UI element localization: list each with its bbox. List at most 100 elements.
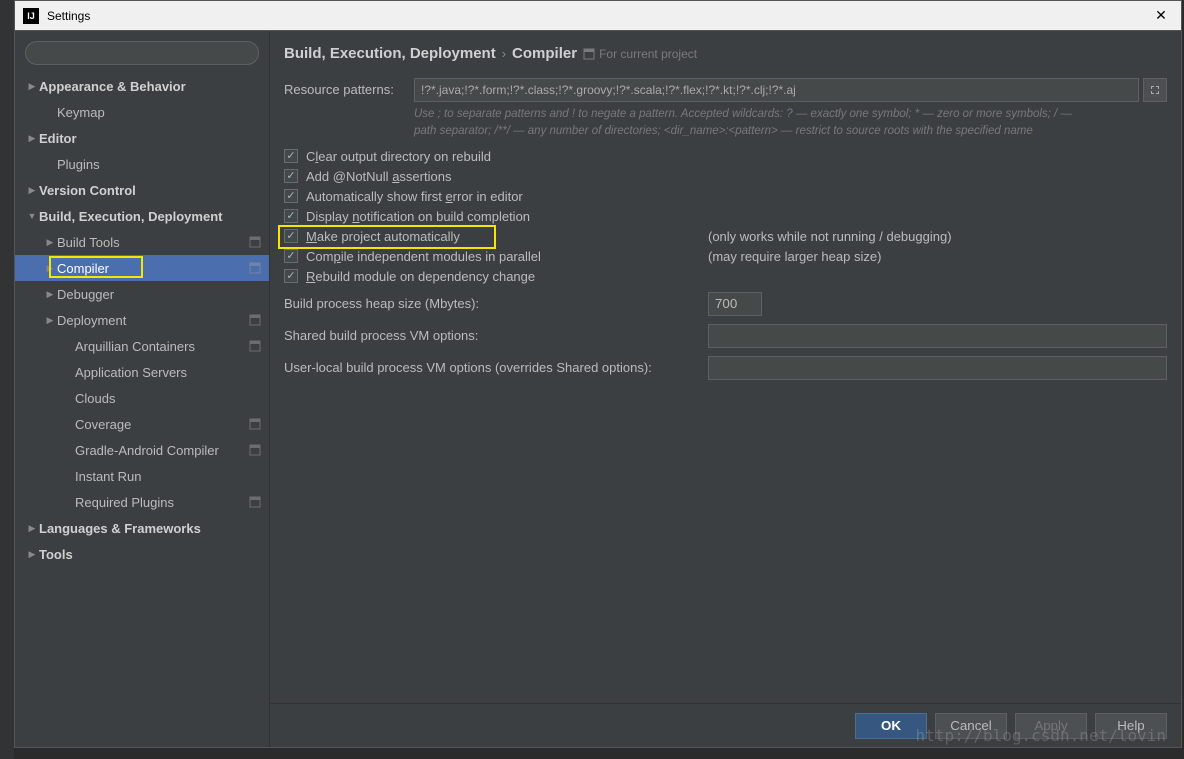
resource-patterns-label: Resource patterns:	[284, 78, 414, 97]
checkbox-label[interactable]: Clear output directory on rebuild	[306, 149, 491, 164]
project-scope-icon	[249, 314, 261, 326]
sidebar-item-label: Application Servers	[75, 365, 261, 380]
checkbox[interactable]	[284, 269, 298, 283]
checkbox-row: Make project automatically (only works wh…	[284, 229, 1167, 244]
sidebar-item-label: Deployment	[57, 313, 245, 328]
sidebar-item-instant-run[interactable]: Instant Run	[15, 463, 269, 489]
window-title: Settings	[47, 9, 1149, 23]
sidebar-item-label: Debugger	[57, 287, 261, 302]
resource-patterns-hint: Use ; to separate patterns and ! to nega…	[284, 106, 1167, 141]
checkbox[interactable]	[284, 229, 298, 243]
tree-arrow-icon: ▶	[25, 81, 39, 92]
compiler-form: Resource patterns: Use ; to separate pat…	[270, 70, 1181, 703]
sidebar-item-appearance-behavior[interactable]: ▶Appearance & Behavior	[15, 73, 269, 99]
sidebar-item-coverage[interactable]: Coverage	[15, 411, 269, 437]
sidebar-item-label: Keymap	[57, 105, 261, 120]
checkbox[interactable]	[284, 169, 298, 183]
tree-arrow-icon: ▼	[25, 211, 39, 221]
shared-vm-options-input[interactable]	[708, 324, 1167, 348]
checkbox-label[interactable]: Display notification on build completion	[306, 209, 530, 224]
tree-arrow-icon: ▶	[25, 549, 39, 560]
sidebar-item-label: Editor	[39, 131, 261, 146]
sidebar-item-gradle-android-compiler[interactable]: Gradle-Android Compiler	[15, 437, 269, 463]
sidebar-item-label: Coverage	[75, 417, 245, 432]
tree-arrow-icon: ▶	[25, 185, 39, 196]
checkbox-note: (may require larger heap size)	[708, 249, 881, 264]
sidebar-item-tools[interactable]: ▶Tools	[15, 541, 269, 567]
tree-arrow-icon: ▶	[43, 315, 57, 326]
sidebar-item-keymap[interactable]: Keymap	[15, 99, 269, 125]
expand-icon	[1149, 84, 1161, 96]
sidebar-item-clouds[interactable]: Clouds	[15, 385, 269, 411]
tree-arrow-icon: ▶	[43, 289, 57, 300]
close-icon[interactable]: ✕	[1149, 4, 1173, 28]
checkbox-label[interactable]: Make project automatically	[306, 229, 460, 244]
breadcrumb-item[interactable]: Build, Execution, Deployment	[284, 45, 496, 62]
sidebar-item-version-control[interactable]: ▶Version Control	[15, 177, 269, 203]
sidebar-item-debugger[interactable]: ▶Debugger	[15, 281, 269, 307]
sidebar-item-build-execution-deployment[interactable]: ▼Build, Execution, Deployment	[15, 203, 269, 229]
sidebar-item-label: Plugins	[57, 157, 261, 172]
project-scope-icon	[249, 496, 261, 508]
ok-button[interactable]: OK	[855, 713, 927, 739]
settings-sidebar: ▶Appearance & BehaviorKeymap▶EditorPlugi…	[15, 31, 270, 747]
breadcrumb-scope-note: For current project	[583, 47, 697, 61]
checkbox[interactable]	[284, 189, 298, 203]
sidebar-item-label: Build, Execution, Deployment	[39, 209, 261, 224]
editor-gutter-strip	[0, 0, 14, 759]
project-scope-icon	[249, 340, 261, 352]
checkbox-row: Clear output directory on rebuild	[284, 149, 1167, 164]
sidebar-item-build-tools[interactable]: ▶Build Tools	[15, 229, 269, 255]
help-button[interactable]: Help	[1095, 713, 1167, 739]
titlebar: IJ Settings ✕	[15, 1, 1181, 31]
sidebar-item-label: Instant Run	[75, 469, 261, 484]
sidebar-item-editor[interactable]: ▶Editor	[15, 125, 269, 151]
checkbox[interactable]	[284, 209, 298, 223]
settings-tree[interactable]: ▶Appearance & BehaviorKeymap▶EditorPlugi…	[15, 73, 269, 747]
expand-field-button[interactable]	[1143, 78, 1167, 102]
sidebar-item-label: Tools	[39, 547, 261, 562]
app-icon: IJ	[23, 8, 39, 24]
heap-size-label: Build process heap size (Mbytes):	[284, 296, 708, 311]
sidebar-item-label: Build Tools	[57, 235, 245, 250]
sidebar-item-label: Version Control	[39, 183, 261, 198]
checkbox-label[interactable]: Automatically show first error in editor	[306, 189, 523, 204]
sidebar-item-label: Compiler	[57, 261, 245, 276]
search-input[interactable]	[25, 41, 259, 65]
checkbox-row: Compile independent modules in parallel (…	[284, 249, 1167, 264]
sidebar-item-required-plugins[interactable]: Required Plugins	[15, 489, 269, 515]
checkbox-row: Add @NotNull assertions	[284, 169, 1167, 184]
sidebar-item-application-servers[interactable]: Application Servers	[15, 359, 269, 385]
sidebar-item-deployment[interactable]: ▶Deployment	[15, 307, 269, 333]
checkbox-label[interactable]: Compile independent modules in parallel	[306, 249, 541, 264]
breadcrumb: Build, Execution, Deployment › Compiler …	[270, 31, 1181, 70]
checkbox-label[interactable]: Rebuild module on dependency change	[306, 269, 535, 284]
checkbox[interactable]	[284, 249, 298, 263]
checkbox[interactable]	[284, 149, 298, 163]
project-scope-icon	[249, 236, 261, 248]
user-vm-options-input[interactable]	[708, 356, 1167, 380]
dialog-footer: OK Cancel Apply Help	[270, 703, 1181, 747]
settings-window: IJ Settings ✕ ▶Appearance & BehaviorKeym…	[14, 0, 1182, 748]
tree-arrow-icon: ▶	[43, 263, 57, 274]
sidebar-item-label: Arquillian Containers	[75, 339, 245, 354]
sidebar-item-languages-frameworks[interactable]: ▶Languages & Frameworks	[15, 515, 269, 541]
sidebar-item-label: Gradle-Android Compiler	[75, 443, 245, 458]
heap-size-input[interactable]	[708, 292, 762, 316]
user-vm-options-label: User-local build process VM options (ove…	[284, 360, 708, 375]
checkbox-row: Rebuild module on dependency change	[284, 269, 1167, 284]
breadcrumb-item: Compiler	[512, 45, 577, 62]
tree-arrow-icon: ▶	[43, 237, 57, 248]
checkbox-label[interactable]: Add @NotNull assertions	[306, 169, 451, 184]
sidebar-item-arquillian-containers[interactable]: Arquillian Containers	[15, 333, 269, 359]
settings-content: Build, Execution, Deployment › Compiler …	[270, 31, 1181, 747]
resource-patterns-input[interactable]	[414, 78, 1139, 102]
sidebar-item-plugins[interactable]: Plugins	[15, 151, 269, 177]
checkbox-row: Automatically show first error in editor	[284, 189, 1167, 204]
cancel-button[interactable]: Cancel	[935, 713, 1007, 739]
apply-button[interactable]: Apply	[1015, 713, 1087, 739]
sidebar-item-compiler[interactable]: ▶Compiler	[15, 255, 269, 281]
project-scope-icon	[249, 444, 261, 456]
sidebar-item-label: Appearance & Behavior	[39, 79, 261, 94]
checkbox-note: (only works while not running / debuggin…	[708, 229, 952, 244]
